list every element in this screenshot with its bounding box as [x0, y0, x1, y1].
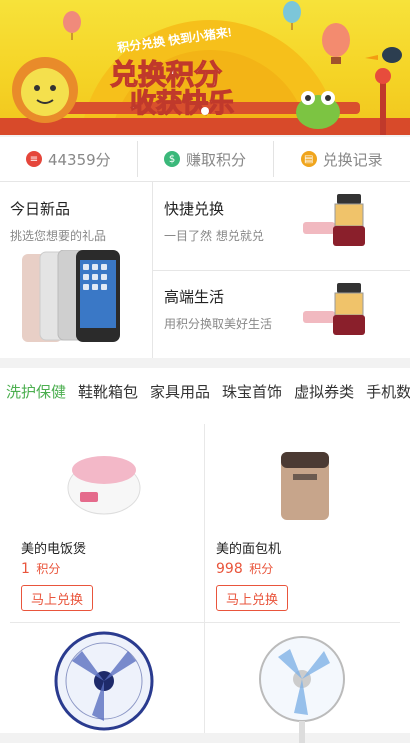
balloon-icon	[322, 23, 350, 64]
tab-category-phones[interactable]: 手机数	[360, 381, 410, 402]
product-card[interactable]: 美的电饭煲 1 积分 马上兑换	[0, 414, 204, 622]
frog-mascot-icon	[296, 91, 340, 129]
exchange-record-link[interactable]: ▤ 兑换记录	[273, 137, 410, 181]
fan-product-image	[259, 636, 345, 743]
redeem-button[interactable]: 马上兑换	[21, 585, 93, 611]
money-bag-icon: $	[164, 151, 180, 167]
tab-category-virtual[interactable]: 虚拟券类	[288, 381, 360, 402]
price-unit: 积分	[36, 562, 61, 576]
points-balance-label: 44359分	[47, 150, 111, 169]
feature-subtitle: 用积分换取美好生活	[164, 317, 273, 331]
carousel-indicator[interactable]	[201, 107, 209, 115]
redeem-button[interactable]: 马上兑换	[216, 585, 288, 611]
feature-quick-exchange[interactable]: 快捷兑换 一目了然 想兑就兑	[153, 182, 410, 271]
feature-premium-life[interactable]: 高端生活 用积分换取美好生活	[153, 271, 410, 358]
promo-banner[interactable]: 积分兑换 快到小猪来! 兑换积分 收获快乐	[0, 0, 410, 135]
product-card[interactable]	[205, 623, 409, 743]
feature-title: 快捷兑换	[164, 200, 225, 218]
svg-text:兑换积分: 兑换积分	[110, 58, 222, 91]
points-balance[interactable]: ≡ 44359分	[0, 137, 137, 181]
balloon-icon	[283, 1, 301, 30]
tab-category-home[interactable]: 家具用品	[144, 381, 216, 402]
svg-text:收获快乐: 收获快乐	[130, 89, 234, 119]
balloon-icon	[63, 11, 81, 40]
feature-subtitle: 一目了然 想兑就兑	[164, 229, 264, 243]
product-card[interactable]: 美的面包机 998 积分 马上兑换	[205, 414, 409, 622]
product-card[interactable]	[0, 623, 204, 733]
price-value: 998	[216, 561, 243, 577]
exchange-record-label: 兑换记录	[322, 150, 383, 169]
feature-subtitle: 挑选您想要的礼品	[10, 229, 107, 243]
product-name: 美的电饭煲	[21, 542, 87, 557]
lion-mascot-icon	[12, 57, 78, 123]
points-bar: ≡ 44359分 $ 赚取积分 ▤ 兑换记录	[0, 137, 410, 182]
record-icon: ▤	[300, 151, 317, 167]
earn-points-label: 赚取积分	[186, 150, 247, 169]
category-tabs: 洗护保健 鞋靴箱包 家具用品 珠宝首饰 虚拟券类 手机数	[0, 368, 410, 415]
juicer-product-image	[303, 194, 365, 246]
feature-grid: 今日新品 挑选您想要的礼品 快捷兑换 一目了然 想兑就兑 高端生活 用积分换取美…	[0, 182, 410, 358]
tab-category-shoes-bags[interactable]: 鞋靴箱包	[72, 381, 144, 402]
juicer-product-image	[303, 283, 365, 335]
fan-product-image	[54, 631, 154, 731]
product-name: 美的面包机	[216, 542, 282, 557]
product-grid: 美的电饭煲 1 积分 马上兑换 美的面包机 998 积分 马上兑换	[0, 414, 410, 743]
feature-new-arrivals[interactable]: 今日新品 挑选您想要的礼品	[0, 182, 153, 358]
rice-cooker-image	[67, 456, 141, 515]
feature-title: 今日新品	[10, 200, 71, 218]
tab-category-jewelry[interactable]: 珠宝首饰	[216, 381, 288, 402]
bread-maker-image	[281, 452, 329, 520]
product-price: 1 积分	[21, 560, 60, 577]
price-unit: 积分	[249, 562, 274, 576]
coin-stack-icon: ≡	[25, 151, 42, 167]
feature-title: 高端生活	[164, 288, 225, 306]
tab-category-care[interactable]: 洗护保健	[0, 381, 72, 402]
phone-product-image	[22, 250, 120, 342]
product-price: 998 积分	[216, 560, 273, 577]
price-value: 1	[21, 561, 30, 577]
earn-points-link[interactable]: $ 赚取积分	[136, 137, 274, 181]
